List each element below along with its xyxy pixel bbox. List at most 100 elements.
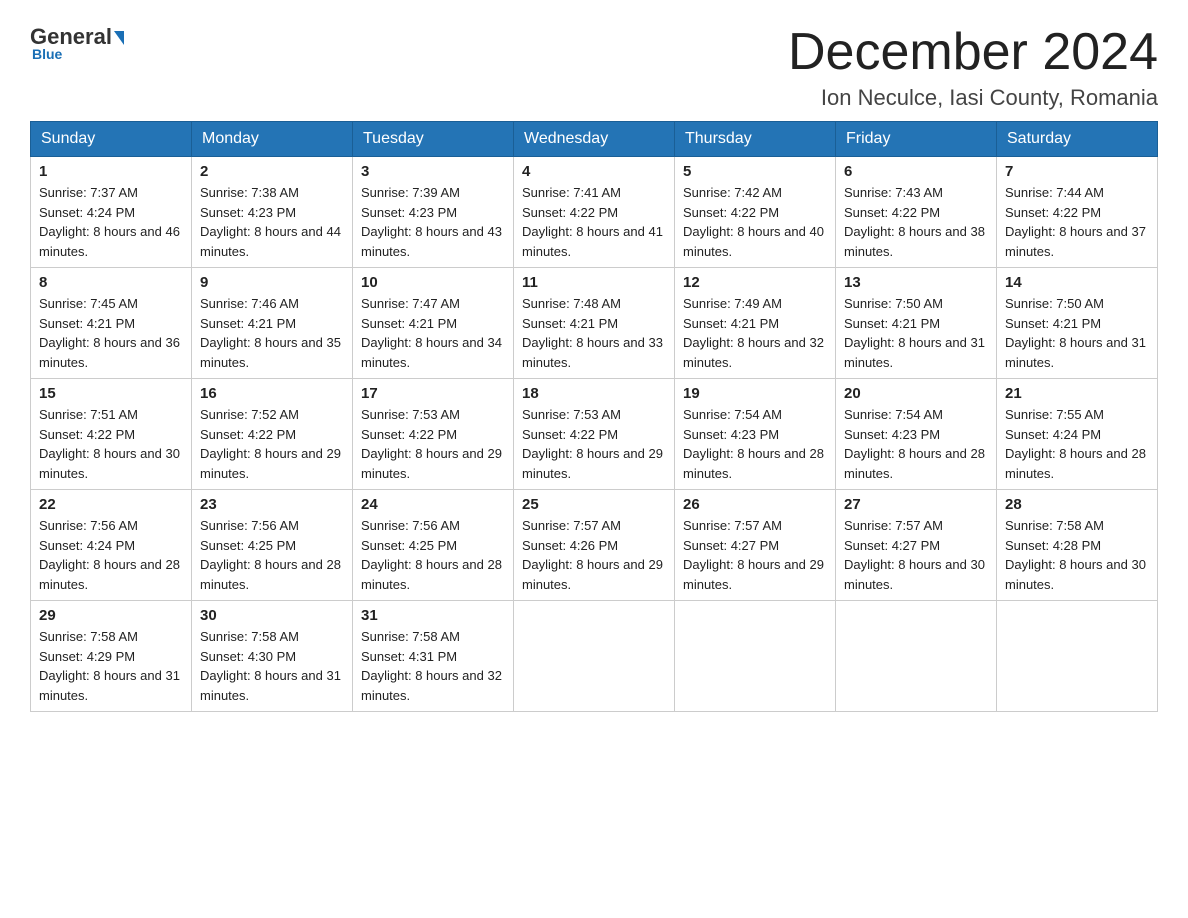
calendar-cell: 23 Sunrise: 7:56 AMSunset: 4:25 PMDayligh…: [192, 490, 353, 601]
day-info: Sunrise: 7:54 AMSunset: 4:23 PMDaylight:…: [844, 405, 988, 483]
day-info: Sunrise: 7:45 AMSunset: 4:21 PMDaylight:…: [39, 294, 183, 372]
day-info: Sunrise: 7:52 AMSunset: 4:22 PMDaylight:…: [200, 405, 344, 483]
logo-triangle-icon: [114, 31, 124, 45]
day-number: 29: [39, 607, 183, 624]
day-number: 12: [683, 274, 827, 291]
calendar-cell: 19 Sunrise: 7:54 AMSunset: 4:23 PMDayligh…: [675, 379, 836, 490]
day-number: 10: [361, 274, 505, 291]
day-info: Sunrise: 7:56 AMSunset: 4:25 PMDaylight:…: [361, 516, 505, 594]
calendar-cell: 13 Sunrise: 7:50 AMSunset: 4:21 PMDayligh…: [836, 268, 997, 379]
calendar-cell: 29 Sunrise: 7:58 AMSunset: 4:29 PMDayligh…: [31, 601, 192, 712]
calendar-cell: 11Sunrise: 7:48 AMSunset: 4:21 PMDayligh…: [514, 268, 675, 379]
day-number: 1: [39, 163, 183, 180]
calendar-cell: 14 Sunrise: 7:50 AMSunset: 4:21 PMDayligh…: [997, 268, 1158, 379]
page-header: General Blue December 2024 Ion Neculce, …: [30, 24, 1158, 111]
day-info: Sunrise: 7:54 AMSunset: 4:23 PMDaylight:…: [683, 405, 827, 483]
day-number: 28: [1005, 496, 1149, 513]
calendar-cell: 9 Sunrise: 7:46 AMSunset: 4:21 PMDaylight…: [192, 268, 353, 379]
day-info: Sunrise: 7:57 AMSunset: 4:27 PMDaylight:…: [844, 516, 988, 594]
day-number: 20: [844, 385, 988, 402]
day-info: Sunrise: 7:50 AMSunset: 4:21 PMDaylight:…: [844, 294, 988, 372]
calendar-cell: 17 Sunrise: 7:53 AMSunset: 4:22 PMDayligh…: [353, 379, 514, 490]
calendar-title: December 2024: [788, 24, 1158, 81]
calendar-week-row: 8 Sunrise: 7:45 AMSunset: 4:21 PMDaylight…: [31, 268, 1158, 379]
day-info: Sunrise: 7:58 AMSunset: 4:31 PMDaylight:…: [361, 627, 505, 705]
day-number: 19: [683, 385, 827, 402]
calendar-cell: 6Sunrise: 7:43 AMSunset: 4:22 PMDaylight…: [836, 157, 997, 268]
day-number: 18: [522, 385, 666, 402]
title-block: December 2024 Ion Neculce, Iasi County, …: [788, 24, 1158, 111]
day-number: 5: [683, 163, 827, 180]
calendar-cell: 20 Sunrise: 7:54 AMSunset: 4:23 PMDayligh…: [836, 379, 997, 490]
calendar-week-row: 22 Sunrise: 7:56 AMSunset: 4:24 PMDayligh…: [31, 490, 1158, 601]
calendar-cell: 16 Sunrise: 7:52 AMSunset: 4:22 PMDayligh…: [192, 379, 353, 490]
weekday-header-tuesday: Tuesday: [353, 122, 514, 157]
day-number: 17: [361, 385, 505, 402]
logo: General Blue: [30, 24, 124, 62]
day-info: Sunrise: 7:38 AMSunset: 4:23 PMDaylight:…: [200, 183, 344, 261]
calendar-week-row: 15 Sunrise: 7:51 AMSunset: 4:22 PMDayligh…: [31, 379, 1158, 490]
weekday-header-row: SundayMondayTuesdayWednesdayThursdayFrid…: [31, 122, 1158, 157]
calendar-week-row: 1 Sunrise: 7:37 AMSunset: 4:24 PMDaylight…: [31, 157, 1158, 268]
calendar-cell: [675, 601, 836, 712]
day-number: 13: [844, 274, 988, 291]
calendar-cell: 7Sunrise: 7:44 AMSunset: 4:22 PMDaylight…: [997, 157, 1158, 268]
calendar-cell: 28 Sunrise: 7:58 AMSunset: 4:28 PMDayligh…: [997, 490, 1158, 601]
day-info: Sunrise: 7:39 AMSunset: 4:23 PMDaylight:…: [361, 183, 505, 261]
weekday-header-thursday: Thursday: [675, 122, 836, 157]
weekday-header-monday: Monday: [192, 122, 353, 157]
day-info: Sunrise: 7:58 AMSunset: 4:28 PMDaylight:…: [1005, 516, 1149, 594]
day-info: Sunrise: 7:56 AMSunset: 4:25 PMDaylight:…: [200, 516, 344, 594]
day-number: 27: [844, 496, 988, 513]
calendar-cell: [514, 601, 675, 712]
day-info: Sunrise: 7:50 AMSunset: 4:21 PMDaylight:…: [1005, 294, 1149, 372]
calendar-cell: 1 Sunrise: 7:37 AMSunset: 4:24 PMDaylight…: [31, 157, 192, 268]
day-number: 2: [200, 163, 344, 180]
day-number: 25: [522, 496, 666, 513]
calendar-cell: 8 Sunrise: 7:45 AMSunset: 4:21 PMDaylight…: [31, 268, 192, 379]
day-number: 16: [200, 385, 344, 402]
day-number: 30: [200, 607, 344, 624]
day-number: 9: [200, 274, 344, 291]
calendar-cell: 30 Sunrise: 7:58 AMSunset: 4:30 PMDayligh…: [192, 601, 353, 712]
calendar-cell: 12Sunrise: 7:49 AMSunset: 4:21 PMDayligh…: [675, 268, 836, 379]
day-info: Sunrise: 7:46 AMSunset: 4:21 PMDaylight:…: [200, 294, 344, 372]
calendar-cell: 5 Sunrise: 7:42 AMSunset: 4:22 PMDaylight…: [675, 157, 836, 268]
day-info: Sunrise: 7:53 AMSunset: 4:22 PMDaylight:…: [361, 405, 505, 483]
calendar-cell: 21Sunrise: 7:55 AMSunset: 4:24 PMDayligh…: [997, 379, 1158, 490]
calendar-cell: 3 Sunrise: 7:39 AMSunset: 4:23 PMDaylight…: [353, 157, 514, 268]
day-info: Sunrise: 7:43 AMSunset: 4:22 PMDaylight:…: [844, 183, 988, 261]
day-info: Sunrise: 7:53 AMSunset: 4:22 PMDaylight:…: [522, 405, 666, 483]
day-info: Sunrise: 7:37 AMSunset: 4:24 PMDaylight:…: [39, 183, 183, 261]
day-number: 21: [1005, 385, 1149, 402]
day-info: Sunrise: 7:41 AMSunset: 4:22 PMDaylight:…: [522, 183, 666, 261]
day-number: 3: [361, 163, 505, 180]
day-number: 14: [1005, 274, 1149, 291]
calendar-cell: 2 Sunrise: 7:38 AMSunset: 4:23 PMDaylight…: [192, 157, 353, 268]
calendar-cell: [836, 601, 997, 712]
day-number: 22: [39, 496, 183, 513]
day-number: 15: [39, 385, 183, 402]
logo-blue-text: Blue: [32, 46, 62, 62]
weekday-header-friday: Friday: [836, 122, 997, 157]
day-info: Sunrise: 7:58 AMSunset: 4:30 PMDaylight:…: [200, 627, 344, 705]
calendar-subtitle: Ion Neculce, Iasi County, Romania: [788, 85, 1158, 111]
weekday-header-wednesday: Wednesday: [514, 122, 675, 157]
day-number: 7: [1005, 163, 1149, 180]
day-number: 23: [200, 496, 344, 513]
day-number: 26: [683, 496, 827, 513]
day-number: 11: [522, 274, 666, 291]
day-info: Sunrise: 7:42 AMSunset: 4:22 PMDaylight:…: [683, 183, 827, 261]
calendar-cell: 4 Sunrise: 7:41 AMSunset: 4:22 PMDaylight…: [514, 157, 675, 268]
calendar-cell: 15 Sunrise: 7:51 AMSunset: 4:22 PMDayligh…: [31, 379, 192, 490]
day-info: Sunrise: 7:58 AMSunset: 4:29 PMDaylight:…: [39, 627, 183, 705]
day-info: Sunrise: 7:51 AMSunset: 4:22 PMDaylight:…: [39, 405, 183, 483]
day-info: Sunrise: 7:57 AMSunset: 4:26 PMDaylight:…: [522, 516, 666, 594]
day-info: Sunrise: 7:56 AMSunset: 4:24 PMDaylight:…: [39, 516, 183, 594]
day-number: 8: [39, 274, 183, 291]
calendar-cell: 31 Sunrise: 7:58 AMSunset: 4:31 PMDayligh…: [353, 601, 514, 712]
day-number: 31: [361, 607, 505, 624]
calendar-table: SundayMondayTuesdayWednesdayThursdayFrid…: [30, 121, 1158, 712]
day-number: 4: [522, 163, 666, 180]
calendar-cell: 18 Sunrise: 7:53 AMSunset: 4:22 PMDayligh…: [514, 379, 675, 490]
